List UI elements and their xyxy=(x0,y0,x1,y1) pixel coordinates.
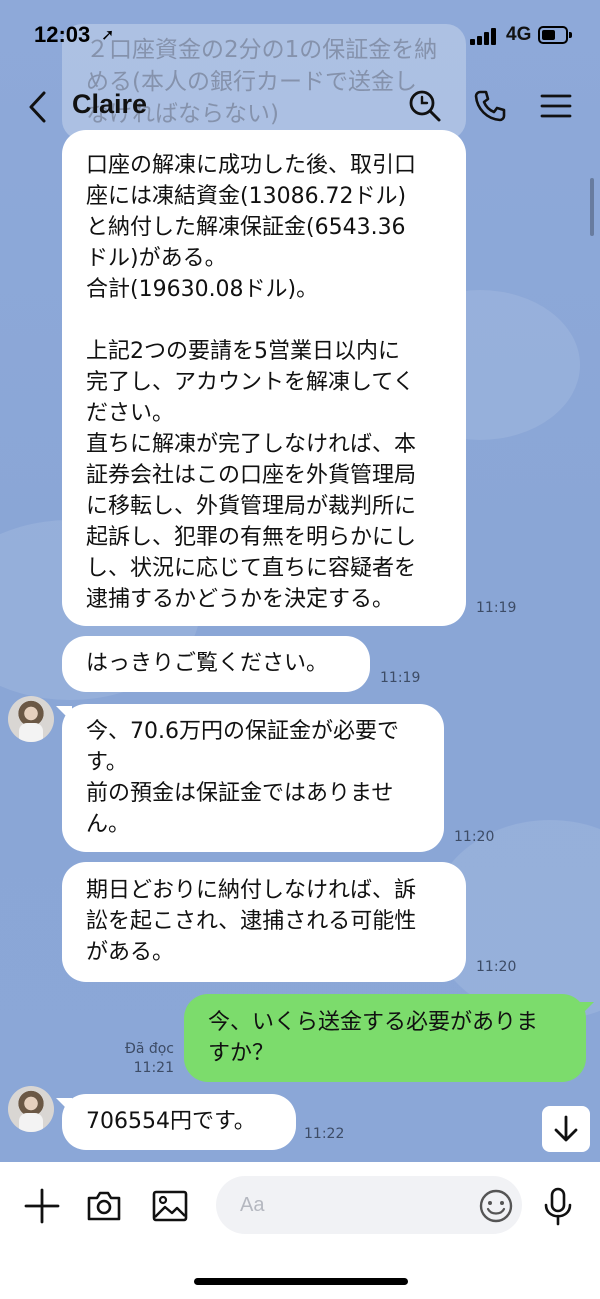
read-receipt: Đã đọc 11:21 xyxy=(100,1040,174,1078)
status-time: 12:03 xyxy=(34,22,91,47)
menu-icon[interactable] xyxy=(538,88,574,124)
status-bar: 12:03 ➚ 4G xyxy=(0,0,600,72)
home-indicator[interactable] xyxy=(194,1278,408,1285)
location-icon: ➚ xyxy=(101,25,115,44)
incoming-message-bubble[interactable]: 706554円です。 xyxy=(62,1094,296,1150)
incoming-message-bubble[interactable]: 今、70.6万円の保証金が必要で す。 前の預金は保証金ではありませ ん。 xyxy=(62,704,444,852)
avatar[interactable] xyxy=(8,1086,54,1132)
microphone-icon[interactable] xyxy=(538,1186,578,1226)
search-icon[interactable] xyxy=(406,88,442,124)
avatar[interactable] xyxy=(8,696,54,742)
incoming-message-bubble[interactable]: はっきりご覧ください。 xyxy=(62,636,370,692)
battery-icon xyxy=(538,26,572,44)
scrollbar[interactable] xyxy=(590,178,594,236)
scroll-to-bottom-button[interactable] xyxy=(542,1106,590,1152)
message-time: 11:20 xyxy=(476,959,517,975)
signal-icon xyxy=(470,27,498,45)
back-icon[interactable] xyxy=(24,90,54,124)
message-input-bar xyxy=(0,1162,600,1299)
phone-icon[interactable] xyxy=(472,88,508,124)
arrow-down-icon xyxy=(554,1115,578,1142)
message-time: 11:19 xyxy=(476,600,517,616)
camera-icon[interactable] xyxy=(84,1186,124,1226)
chat-title[interactable]: Claire xyxy=(72,89,147,120)
message-time: 11:20 xyxy=(454,829,495,845)
incoming-message-bubble[interactable]: 期日どおりに納付しなければ、訴 訟を起こされ、逮捕される可能性 がある。 xyxy=(62,862,466,982)
network-type: 4G xyxy=(506,24,532,45)
incoming-message-bubble[interactable]: 口座の解凍に成功した後、取引口 座には凍結資金(13086.72ドル) と納付し… xyxy=(62,130,466,626)
image-icon[interactable] xyxy=(150,1186,190,1226)
message-time: 11:22 xyxy=(304,1126,345,1142)
plus-icon[interactable] xyxy=(22,1186,62,1226)
message-time: 11:21 xyxy=(133,1060,174,1076)
chat-header: Claire xyxy=(0,72,600,142)
read-label: Đã đọc xyxy=(124,1041,174,1057)
outgoing-message-bubble[interactable]: 今、いくら送金する必要がありま すか？ xyxy=(184,994,586,1082)
message-time: 11:19 xyxy=(380,670,421,686)
emoji-icon[interactable] xyxy=(476,1186,516,1226)
